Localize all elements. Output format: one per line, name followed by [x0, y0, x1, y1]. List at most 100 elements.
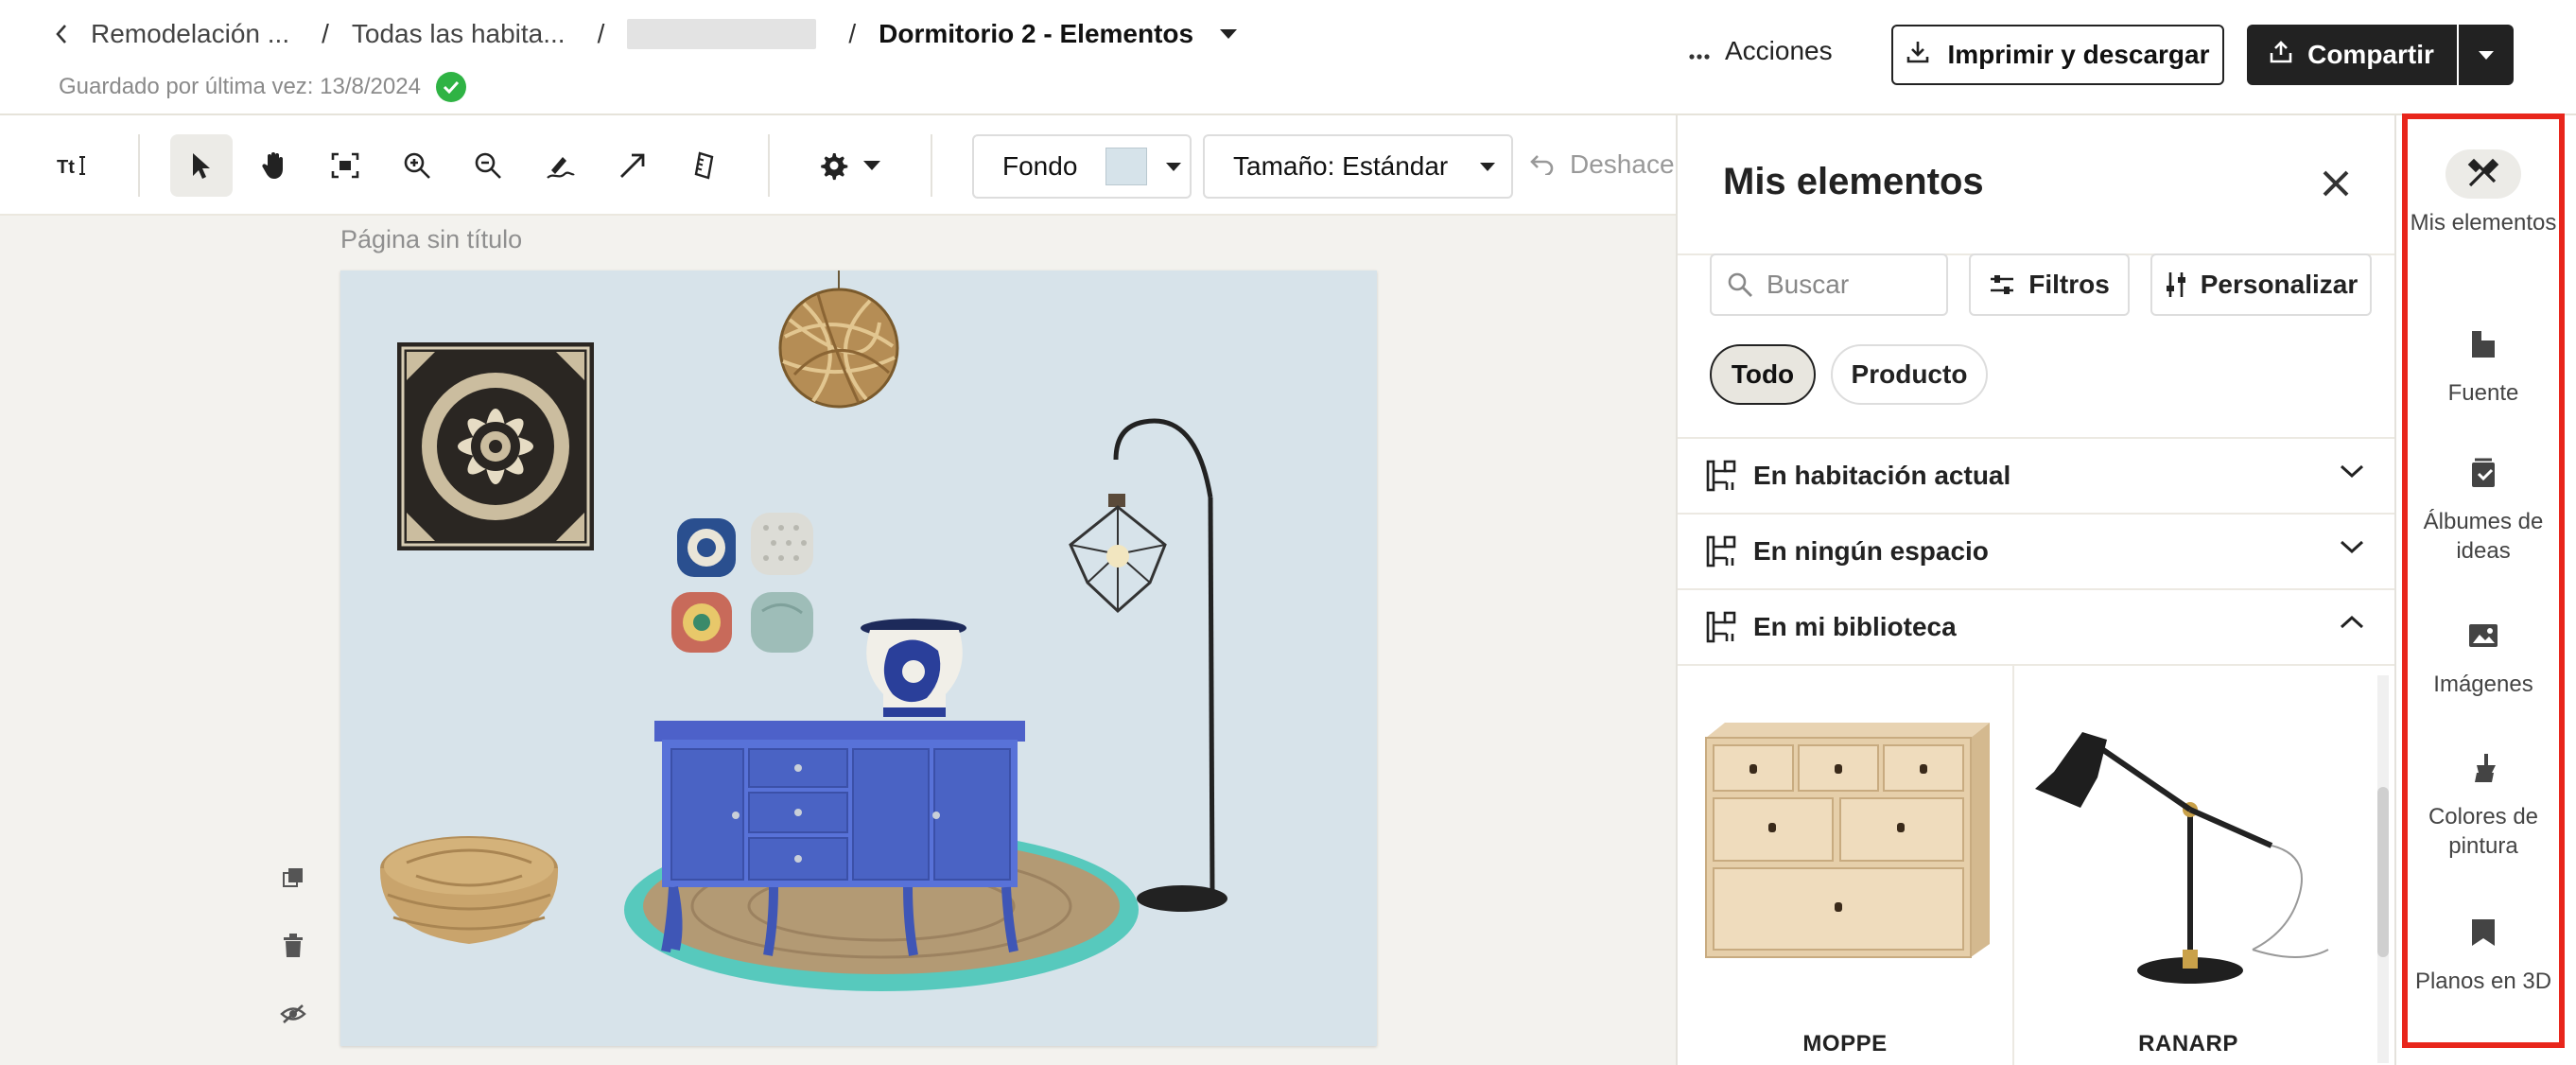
rattan-pendant-lamp[interactable] [778, 271, 899, 409]
fit-screen-button[interactable] [314, 134, 376, 197]
share-options-button[interactable] [2459, 25, 2514, 85]
moodboard-page[interactable] [340, 271, 1377, 1046]
zoom-in-icon [404, 152, 430, 179]
breadcrumb-current-room[interactable]: Dormitorio 2 - Elementos [879, 19, 1193, 49]
mandala-wall-art[interactable] [397, 342, 594, 550]
page-title[interactable]: Página sin título [340, 225, 522, 254]
breadcrumb-redacted[interactable] [627, 19, 817, 49]
item-side-tools [280, 864, 306, 1027]
pan-tool-button[interactable] [243, 134, 305, 197]
rail-item-3d-floor-plans[interactable]: Planos en 3D [2402, 908, 2565, 996]
size-select[interactable]: Tamaño: Estándar [1203, 134, 1513, 199]
rail-item-my-items[interactable]: Mis elementos [2402, 149, 2565, 237]
close-icon [2323, 170, 2349, 197]
rail-label: Álbumes de ideas [2423, 509, 2544, 564]
paint-icon [2445, 743, 2521, 793]
furniture-icon [1706, 611, 1736, 643]
actions-label: Acciones [1725, 36, 1833, 65]
product-name: MOPPE [1802, 1031, 1888, 1056]
customize-icon [2166, 272, 2185, 297]
blue-white-vase[interactable] [861, 619, 966, 717]
search-input[interactable]: Buscar [1710, 253, 1948, 316]
rail-label: Colores de pintura [2428, 804, 2539, 859]
share-button[interactable]: Compartir [2247, 25, 2457, 85]
text-tool-button[interactable]: Tt [42, 134, 104, 197]
arrow-diagonal-icon [620, 153, 645, 178]
floor-lamp[interactable] [1069, 418, 1227, 912]
scrollbar-thumb[interactable] [2377, 787, 2389, 957]
rail-label: Fuente [2447, 380, 2519, 406]
settings-button[interactable] [804, 134, 895, 197]
rail-item-source[interactable]: Fuente [2402, 320, 2565, 408]
product-card[interactable]: RANARP [2016, 666, 2360, 1065]
bring-to-front-button[interactable] [280, 864, 306, 891]
chevron-down-icon [2340, 464, 2364, 479]
jute-pouf[interactable] [379, 836, 559, 944]
cursor-arrow-icon [193, 153, 210, 179]
draw-tool-button[interactable] [530, 134, 592, 197]
product-card[interactable]: MOPPE [1678, 666, 2014, 1065]
saved-status: Guardado por última vez: 13/8/2024 [59, 72, 466, 102]
panel-scrollbar[interactable] [2377, 675, 2389, 1063]
download-icon [1906, 40, 1930, 71]
album-icon [2445, 448, 2521, 498]
caret-down-icon [863, 161, 880, 170]
close-panel-button[interactable] [2317, 165, 2355, 202]
zoom-out-icon [475, 152, 501, 179]
select-tool-button[interactable] [170, 134, 233, 197]
panel-title: Mis elementos [1723, 161, 1984, 202]
section-my-library[interactable]: En mi biblioteca [1678, 588, 2394, 664]
print-download-button[interactable]: Imprimir y descargar [1891, 25, 2224, 85]
caret-down-icon [2479, 50, 2494, 60]
upload-icon [2270, 40, 2292, 71]
undo-button[interactable]: Deshace [1530, 149, 1675, 180]
rail-label: Mis elementos [2410, 210, 2557, 236]
saved-text: Guardado por última vez: 13/8/2024 [59, 74, 421, 99]
canvas-area: Página sin título [0, 216, 1676, 1065]
zoom-in-button[interactable] [386, 134, 448, 197]
svg-text:Tt: Tt [57, 157, 75, 178]
filters-button[interactable]: Filtros [1969, 253, 2130, 316]
chip-all[interactable]: Todo [1710, 344, 1816, 405]
actions-button[interactable]: Acciones [1689, 36, 1833, 66]
gear-icon [821, 153, 848, 181]
product-image-ranarp [2035, 732, 2329, 984]
hand-icon [262, 152, 283, 179]
section-label: En habitación actual [1753, 461, 2011, 490]
my-items-panel: Mis elementos Buscar Filtros Personaliza… [1676, 115, 2396, 1065]
arrow-tool-button[interactable] [601, 134, 664, 197]
rail-item-images[interactable]: Imágenes [2402, 611, 2565, 699]
trash-icon [284, 934, 303, 957]
source-icon [2445, 320, 2521, 369]
breadcrumb-project[interactable]: Remodelación ... [91, 19, 289, 49]
breadcrumb-all-rooms[interactable]: Todas las habita... [352, 19, 566, 49]
rail-item-paint-colors[interactable]: Colores de pintura [2402, 743, 2565, 861]
back-chevron-icon[interactable] [49, 22, 74, 46]
section-no-space[interactable]: En ningún espacio [1678, 513, 2394, 588]
share-label: Compartir [2307, 40, 2434, 69]
more-dots-icon [1689, 36, 1710, 66]
background-swatch [1105, 148, 1148, 185]
rail-item-ideabooks[interactable]: Álbumes de ideas [2402, 448, 2565, 566]
layers-icon [283, 868, 303, 887]
breadcrumb: Remodelación ... / Todas las habita... /… [49, 17, 1238, 51]
search-icon [1728, 272, 1752, 297]
zoom-out-button[interactable] [457, 134, 519, 197]
hide-button[interactable] [280, 1001, 306, 1027]
breadcrumb-separator: / [848, 19, 857, 48]
plan-icon [2445, 908, 2521, 957]
section-current-room[interactable]: En habitación actual [1678, 437, 2394, 513]
customize-label: Personalizar [2200, 270, 2358, 299]
delete-button[interactable] [280, 933, 306, 959]
sliders-icon [1991, 275, 2014, 294]
image-icon [2445, 611, 2521, 660]
caret-down-icon [1166, 162, 1182, 171]
measure-tool-button[interactable] [673, 134, 736, 197]
customize-button[interactable]: Personalizar [2150, 253, 2372, 316]
caret-down-icon[interactable] [1220, 29, 1238, 39]
rail-label: Planos en 3D [2414, 969, 2552, 994]
chip-product[interactable]: Producto [1831, 344, 1988, 405]
background-label: Fondo [1002, 151, 1078, 181]
decorative-pillows[interactable] [671, 513, 813, 653]
background-select[interactable]: Fondo [972, 134, 1192, 199]
